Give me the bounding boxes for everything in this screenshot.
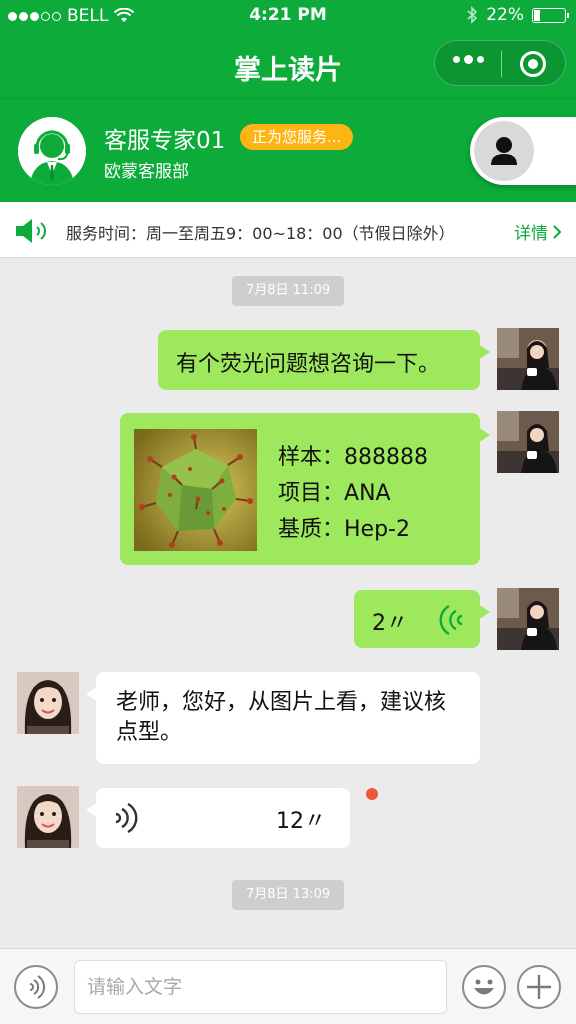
bluetooth-icon xyxy=(467,6,478,24)
agent-header: 客服专家01 正为您服务... 欧蒙客服部 xyxy=(0,98,576,202)
timestamp-chip: 7月8日 11:09 xyxy=(232,276,345,306)
input-bar xyxy=(0,948,576,1024)
sample-info-card[interactable]: 样本：888888 项目：ANA 基质：Hep-2 xyxy=(120,413,490,565)
speaker-icon xyxy=(16,219,46,243)
matrix-row: 基质：Hep-2 xyxy=(278,511,410,543)
voice-message-incoming[interactable]: 12〃 xyxy=(86,788,350,848)
more-actions-button[interactable] xyxy=(517,965,561,1009)
my-avatar[interactable] xyxy=(497,588,559,650)
plus-icon xyxy=(527,975,551,999)
switch-agent-button[interactable] xyxy=(470,117,576,185)
my-avatar[interactable] xyxy=(497,411,559,473)
unread-indicator xyxy=(366,788,378,800)
support-agent-icon xyxy=(18,117,86,185)
agent-avatar[interactable] xyxy=(18,117,86,185)
agent-name: 客服专家01 xyxy=(104,128,226,154)
sample-value: 888888 xyxy=(344,445,428,470)
timestamp-chip: 7月8日 13:09 xyxy=(232,880,345,910)
message-input[interactable] xyxy=(74,960,447,1014)
matrix-label: 基质： xyxy=(278,517,345,542)
matrix-value: Hep-2 xyxy=(344,517,410,542)
smiley-icon xyxy=(474,979,494,995)
sample-label: 样本： xyxy=(278,445,345,470)
item-value: ANA xyxy=(344,481,391,506)
voice-duration: 2〃 xyxy=(372,611,408,636)
item-row: 项目：ANA xyxy=(278,475,391,507)
battery-icon xyxy=(532,7,569,23)
status-badge: 正为您服务... xyxy=(240,124,354,150)
details-link[interactable]: 详情 xyxy=(514,219,562,244)
nav-bar: 掌上读片 xyxy=(0,32,576,98)
chevron-right-icon xyxy=(553,224,562,239)
my-avatar[interactable] xyxy=(497,328,559,390)
agent-photo-avatar[interactable] xyxy=(17,672,79,734)
item-label: 项目： xyxy=(278,481,345,506)
sample-row: 样本：888888 xyxy=(278,439,428,471)
message-text: 老师，您好，从图片上看，建议核点型。 xyxy=(116,690,447,745)
agent-photo-avatar[interactable] xyxy=(17,786,79,848)
chat-area[interactable]: 7月8日 11:09 有个荧光问题想咨询一下。 样本：888888 项目：ANA… xyxy=(0,258,576,948)
voice-wave-icon xyxy=(115,803,138,833)
message-bubble-outgoing[interactable]: 有个荧光问题想咨询一下。 xyxy=(158,330,490,390)
capsule-divider xyxy=(501,51,502,77)
details-label: 详情 xyxy=(514,224,548,244)
user-icon xyxy=(474,121,534,181)
close-target-icon[interactable] xyxy=(520,51,546,77)
more-icon[interactable] xyxy=(453,55,484,64)
mini-program-capsule xyxy=(434,40,566,86)
voice-icon xyxy=(29,975,45,999)
voice-input-button[interactable] xyxy=(14,965,58,1009)
emoji-button[interactable] xyxy=(462,965,506,1009)
battery-percent: 22% xyxy=(486,5,524,25)
status-bar: BELL 4:21 PM 22% xyxy=(0,0,576,32)
service-hours-text: 服务时间：周一至周五9：00~18：00（节假日除外） xyxy=(66,224,455,243)
agent-department: 欧蒙客服部 xyxy=(104,162,189,182)
voice-wave-icon xyxy=(439,605,463,635)
service-notice-bar: 服务时间：周一至周五9：00~18：00（节假日除外） 详情 xyxy=(0,202,576,258)
voice-duration: 12〃 xyxy=(276,809,326,834)
fluorescence-image[interactable] xyxy=(134,429,257,551)
message-bubble-incoming[interactable]: 老师，您好，从图片上看，建议核点型。 xyxy=(86,672,480,764)
voice-message-outgoing[interactable]: 2〃 xyxy=(354,590,490,648)
message-text: 有个荧光问题想咨询一下。 xyxy=(176,352,441,377)
